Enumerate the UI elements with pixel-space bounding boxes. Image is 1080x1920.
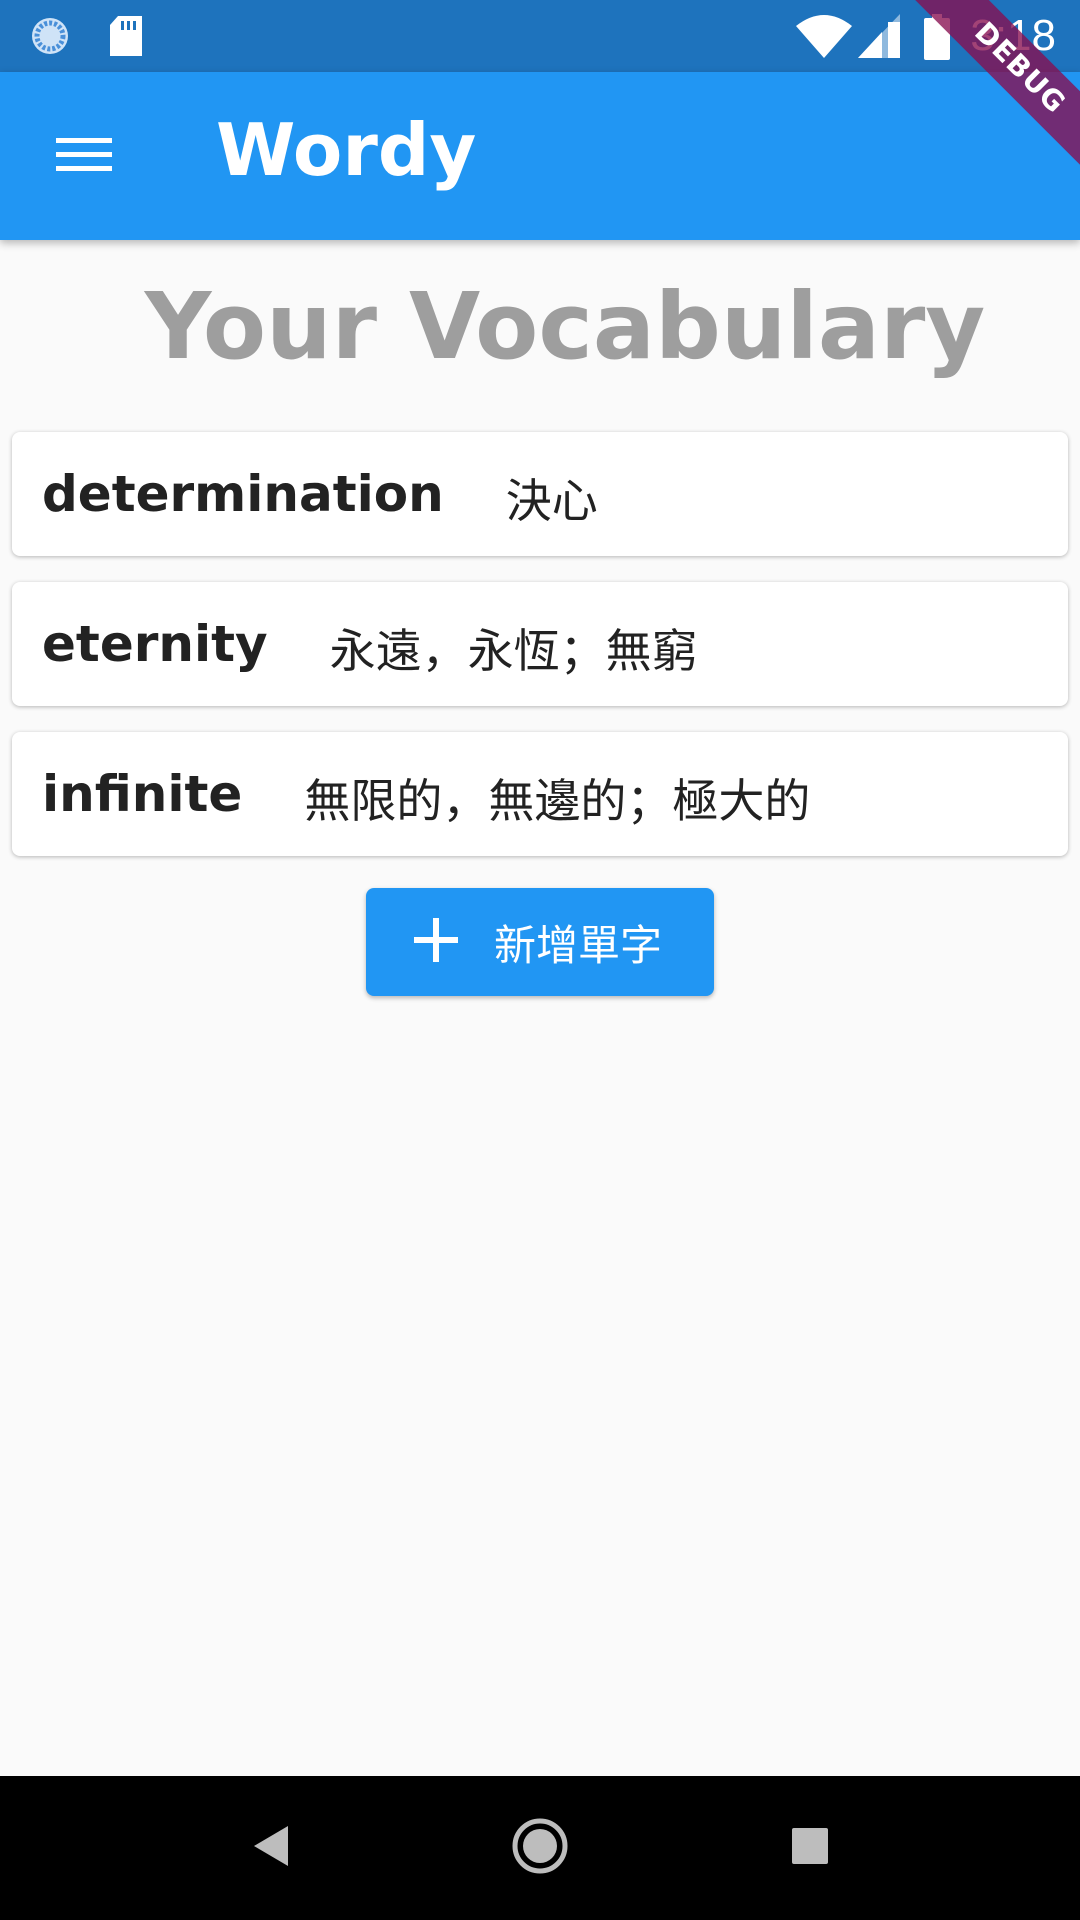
app-bar: Wordy: [0, 72, 1080, 240]
word-meaning: 無限的，無邊的；極大的: [304, 774, 811, 828]
word-term: eternity: [42, 615, 268, 673]
plus-icon: [414, 918, 458, 966]
word-card[interactable]: determination 決心: [12, 432, 1068, 556]
word-term: determination: [42, 465, 444, 523]
cell-signal-icon: [858, 14, 900, 58]
add-word-button[interactable]: 新增單字: [366, 888, 714, 996]
app-title: Wordy: [216, 108, 477, 192]
add-word-label: 新增單字: [494, 920, 663, 970]
sync-icon: [30, 16, 70, 56]
word-meaning: 決心: [505, 474, 598, 528]
wifi-icon: [796, 14, 852, 58]
word-term: infinite: [42, 765, 243, 823]
recents-button[interactable]: [770, 1808, 850, 1888]
navigation-bar: [0, 1776, 1080, 1920]
recents-icon: [790, 1826, 830, 1870]
word-card[interactable]: eternity 永遠，永恆；無窮: [12, 582, 1068, 706]
page-title: Your Vocabulary: [144, 273, 986, 380]
back-button[interactable]: [230, 1808, 310, 1888]
home-button[interactable]: [500, 1808, 580, 1888]
word-card[interactable]: infinite 無限的，無邊的；極大的: [12, 732, 1068, 856]
sd-card-icon: [108, 16, 148, 56]
menu-button[interactable]: [44, 116, 124, 196]
hamburger-menu-icon: [56, 134, 112, 178]
back-icon: [250, 1824, 290, 1872]
word-meaning: 永遠，永恆；無窮: [329, 624, 698, 678]
status-bar: 3:18: [0, 0, 1080, 72]
home-icon: [510, 1816, 570, 1880]
